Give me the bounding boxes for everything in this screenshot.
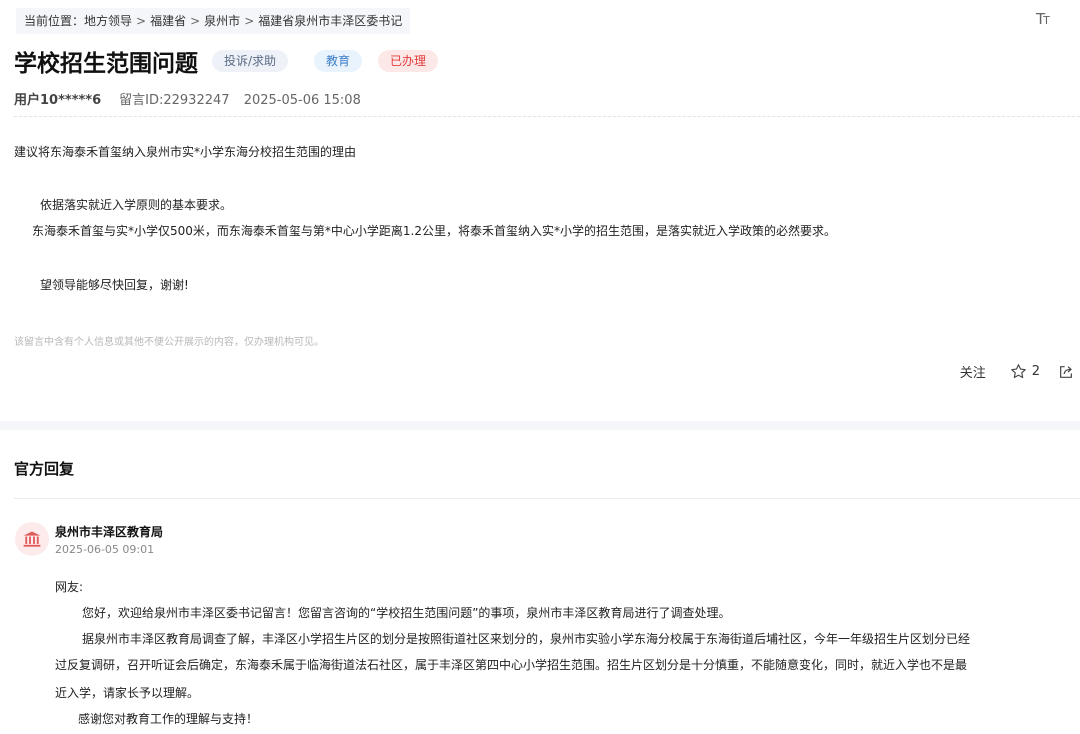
share-icon xyxy=(1060,365,1072,378)
star-button[interactable]: 2 xyxy=(1010,363,1040,380)
font-size-toggle-icon[interactable]: TT xyxy=(1036,10,1050,28)
share-button[interactable] xyxy=(1058,364,1074,380)
official-reply-heading: 官方回复 xyxy=(14,460,75,478)
page-title: 学校招生范围问题 xyxy=(14,51,198,77)
star-count: 2 xyxy=(1031,364,1040,379)
breadcrumb-item-local-leaders[interactable]: 地方领导 xyxy=(84,14,132,28)
breadcrumb-separator: > xyxy=(190,14,201,28)
reply-datetime: 2025-06-05 09:01 xyxy=(55,543,155,556)
message-paragraph: 望领导能够尽快回复，谢谢! xyxy=(40,278,189,292)
reply-line: 感谢您对教育工作的理解与支持！ xyxy=(78,712,259,726)
star-icon xyxy=(1010,364,1026,379)
breadcrumb-item-province[interactable]: 福建省 xyxy=(150,14,186,28)
message-paragraph: 依据落实就近入学原则的基本要求。 xyxy=(40,198,233,212)
message-id: 留言ID:22932247 xyxy=(119,93,230,108)
reply-line: 过反复调研，召开听证会后确定，东海泰禾属于临海街道法石社区，属于丰泽区第四中心小… xyxy=(55,658,968,672)
status-badge: 已办理 xyxy=(378,50,439,72)
message-paragraph: 建议将东海泰禾首玺纳入泉州市实*小学东海分校招生范围的理由 xyxy=(14,145,357,159)
message-meta: 用户10*****6 留言ID:22932247 2025-05-06 15:08 xyxy=(14,89,361,108)
user-name: 用户10*****6 xyxy=(14,93,102,108)
breadcrumb-prefix: 当前位置： xyxy=(24,14,85,28)
message-paragraph: 东海泰禾首玺与实*小学仅500米，而东海泰禾首玺与第*中心小学距离1.2公里，将… xyxy=(32,224,836,238)
reply-line: 近入学，请家长予以理解。 xyxy=(55,686,200,700)
follow-button[interactable]: 关注 xyxy=(960,362,986,381)
breadcrumb-separator: > xyxy=(136,14,147,28)
reply-line: 网友: xyxy=(55,580,84,594)
government-building-icon xyxy=(23,531,41,547)
reply-organization: 泉州市丰泽区教育局 xyxy=(55,525,164,539)
breadcrumb-item-leader[interactable]: 福建省泉州市丰泽区委书记 xyxy=(258,14,402,28)
divider xyxy=(14,116,1080,117)
type-tag: 投诉/求助 xyxy=(212,50,289,72)
breadcrumb-separator: > xyxy=(244,14,255,28)
message-datetime: 2025-05-06 15:08 xyxy=(243,93,361,108)
field-tag: 教育 xyxy=(314,50,363,72)
divider xyxy=(14,498,1080,499)
reply-line: 据泉州市丰泽区教育局调查了解，丰泽区小学招生片区的划分是按照街道社区来划分的，泉… xyxy=(82,632,971,646)
breadcrumb-item-city[interactable]: 泉州市 xyxy=(204,14,240,28)
message-actions: 关注 2 xyxy=(960,362,1074,381)
privacy-note: 该留言中含有个人信息或其他不便公开展示的内容，仅办理机构可见。 xyxy=(14,337,324,348)
avatar xyxy=(15,522,49,556)
section-divider-band xyxy=(0,421,1080,430)
breadcrumb: 当前位置：地方领导 > 福建省 > 泉州市 > 福建省泉州市丰泽区委书记 xyxy=(16,8,411,34)
reply-line: 您好，欢迎给泉州市丰泽区委书记留言！您留言咨询的“学校招生范围问题”的事项，泉州… xyxy=(82,606,731,620)
